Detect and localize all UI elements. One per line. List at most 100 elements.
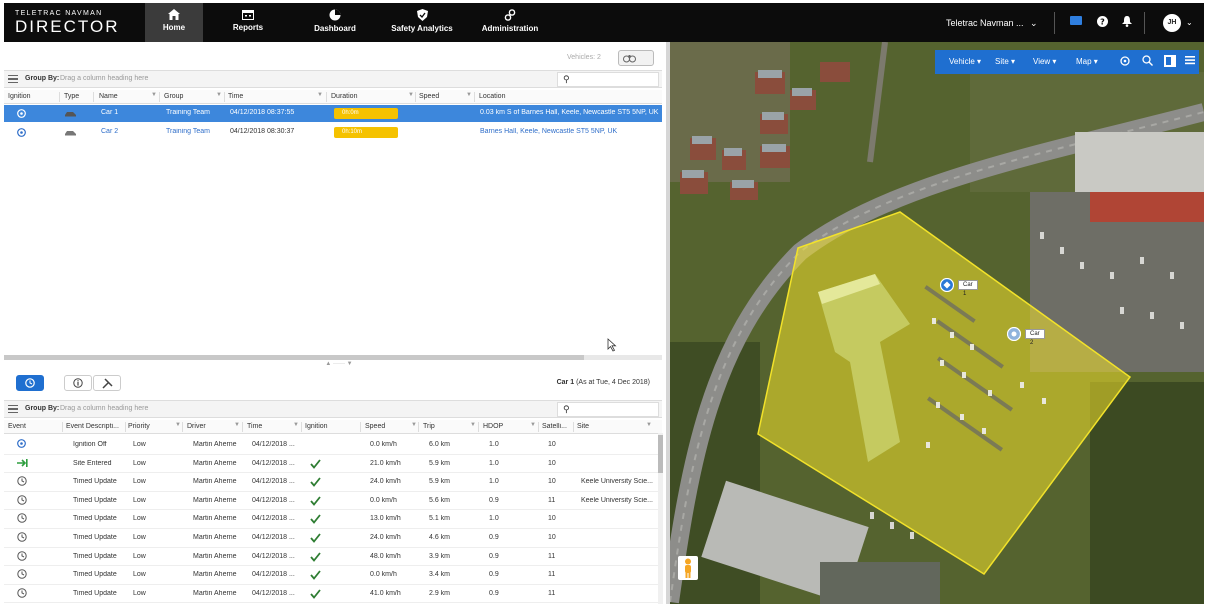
event-driver: Martin Aherne <box>193 496 237 504</box>
event-time: 04/12/2018 ... <box>252 459 295 467</box>
col-priority[interactable]: Priority <box>128 423 150 430</box>
scrollbar-thumb[interactable] <box>658 435 663 473</box>
event-hdop: 1.0 <box>489 441 499 448</box>
col-speed[interactable]: Speed <box>419 93 439 100</box>
event-row[interactable]: Timed Update Low Martin Aherne 04/12/2018 .… <box>4 585 658 604</box>
col-speed[interactable]: Speed <box>365 423 385 430</box>
filter-icon[interactable]: ▼ <box>530 422 536 428</box>
filter-icon[interactable]: ▼ <box>317 92 323 98</box>
event-row[interactable]: Site Entered Low Martin Aherne 04/12/2018 .… <box>4 455 658 474</box>
col-separator <box>242 422 243 432</box>
col-duration[interactable]: Duration <box>331 93 357 100</box>
map-menu[interactable]: Map ▾ <box>1076 57 1098 66</box>
event-row[interactable]: Timed Update Low Martin Aherne 04/12/2018 .… <box>4 566 658 585</box>
event-speed: 41.0 km/h <box>370 589 401 597</box>
user-avatar[interactable]: JH <box>1163 14 1181 32</box>
event-hdop: 0.9 <box>489 552 499 560</box>
col-site[interactable]: Site <box>577 423 589 430</box>
nav-home[interactable]: Home <box>145 3 203 42</box>
event-row[interactable]: Timed Update Low Martin Aherne 04/12/2018 .… <box>4 492 658 511</box>
vehicles-search-input[interactable]: ⚲ <box>557 72 659 87</box>
site-menu[interactable]: Site ▾ <box>995 57 1015 66</box>
vehicle-marker-car-2[interactable]: Car 2 <box>1006 326 1045 346</box>
filter-icon[interactable]: ▼ <box>466 92 472 98</box>
col-event-description[interactable]: Event Descripti... <box>66 423 124 430</box>
map-view[interactable]: Vehicle ▾ Site ▾ View ▾ Map ▾ Car 1 Car … <box>670 42 1204 604</box>
event-satellites: 10 <box>548 459 556 467</box>
vehicles-count: Vehicles: 2 <box>567 54 601 61</box>
event-row[interactable]: Timed Update Low Martin Aherne 04/12/2018 .… <box>4 529 658 548</box>
col-driver[interactable]: Driver <box>187 423 206 430</box>
vehicle-row-car-2[interactable]: Car 2 Training Team 04/12/2018 08:30:37 … <box>4 124 662 141</box>
col-event[interactable]: Event <box>8 423 26 430</box>
account-name[interactable]: Teletrac Navman ... <box>946 18 1024 28</box>
event-speed: 24.0 km/h <box>370 534 401 541</box>
vehicle-group: Training Team <box>166 109 210 116</box>
col-name[interactable]: Name <box>99 93 118 100</box>
filter-icon[interactable]: ▼ <box>175 422 181 428</box>
brand-logo[interactable]: TELETRAC NAVMAN DIRECTOR <box>15 10 119 35</box>
route-icon[interactable] <box>1119 55 1131 67</box>
filter-icon[interactable]: ▼ <box>216 92 222 98</box>
location-pin-icon <box>939 277 955 293</box>
event-row[interactable]: Timed Update Low Martin Aherne 04/12/2018 .… <box>4 548 658 567</box>
scrollbar-thumb[interactable] <box>4 355 584 360</box>
nav-administration[interactable]: Administration <box>478 3 542 42</box>
vehicle-row-car-1[interactable]: Car 1 Training Team 04/12/2018 08:37:55 … <box>4 105 662 122</box>
col-group[interactable]: Group <box>164 93 183 100</box>
menu-icon[interactable] <box>1185 55 1195 65</box>
nav-reports[interactable]: Reports <box>222 3 274 42</box>
layers-icon[interactable] <box>1164 55 1176 67</box>
group-by-label: Group By: <box>25 75 60 82</box>
tab-tools[interactable] <box>93 375 121 391</box>
events-vertical-scrollbar[interactable] <box>658 433 663 604</box>
vehicles-horizontal-scrollbar[interactable] <box>4 355 662 360</box>
search-icon[interactable] <box>1142 55 1153 66</box>
detail-as-at: (As at Tue, 4 Dec 2018) <box>576 379 650 386</box>
filter-icon[interactable]: ▼ <box>411 422 417 428</box>
col-time[interactable]: Time <box>247 423 262 430</box>
event-row[interactable]: Timed Update Low Martin Aherne 04/12/2018 .… <box>4 473 658 492</box>
nav-safety-analytics[interactable]: Safety Analytics <box>390 3 454 42</box>
events-search-input[interactable]: ⚲ <box>557 402 659 417</box>
account-dropdown-caret[interactable]: ⌄ <box>1030 18 1038 29</box>
event-driver: Martin Aherne <box>193 589 237 597</box>
event-row[interactable]: Ignition Off Low Martin Aherne 04/12/2018 .… <box>4 436 658 455</box>
filter-icon[interactable]: ▼ <box>234 422 240 428</box>
col-hdop[interactable]: HDOP <box>483 423 503 430</box>
notifications-bell-icon[interactable] <box>1122 16 1132 29</box>
help-icon[interactable]: ? <box>1097 16 1108 29</box>
filter-icon[interactable]: ▼ <box>408 92 414 98</box>
col-separator <box>474 92 475 102</box>
col-location[interactable]: Location <box>479 93 505 100</box>
view-menu[interactable]: View ▾ <box>1033 57 1056 66</box>
filter-icon[interactable]: ▼ <box>293 422 299 428</box>
filter-icon[interactable]: ▼ <box>151 92 157 98</box>
filter-icon[interactable]: ▼ <box>646 422 652 428</box>
user-menu-caret[interactable]: ⌄ <box>1186 18 1193 27</box>
vehicle-menu[interactable]: Vehicle ▾ <box>949 57 981 66</box>
group-by-hint[interactable]: Drag a column heading here <box>60 75 148 82</box>
col-type[interactable]: Type <box>64 93 79 100</box>
nav-dashboard[interactable]: Dashboard <box>304 3 366 42</box>
column-menu-icon[interactable] <box>8 75 18 83</box>
vehicle-marker-car-1[interactable]: Car 1 <box>939 277 978 297</box>
tab-events[interactable] <box>16 375 44 391</box>
panel-splitter[interactable]: ▲ ······ ▼ <box>304 361 374 369</box>
vehicles-view-toggle[interactable] <box>618 50 654 66</box>
messages-icon[interactable] <box>1070 16 1082 28</box>
tab-info[interactable] <box>64 375 92 391</box>
event-trip: 5.9 km <box>429 459 451 467</box>
col-time[interactable]: Time <box>228 93 243 100</box>
col-separator <box>573 422 574 432</box>
event-trip: 5.9 km <box>429 478 451 486</box>
col-ignition[interactable]: Ignition <box>305 423 328 430</box>
column-menu-icon[interactable] <box>8 405 18 413</box>
street-view-pegman-icon[interactable] <box>678 556 698 580</box>
event-row[interactable]: Timed Update Low Martin Aherne 04/12/2018 .… <box>4 510 658 529</box>
col-ignition[interactable]: Ignition <box>8 93 31 100</box>
group-by-hint[interactable]: Drag a column heading here <box>60 405 148 412</box>
col-trip[interactable]: Trip <box>423 423 435 430</box>
filter-icon[interactable]: ▼ <box>470 422 476 428</box>
col-satellites[interactable]: Satelli... <box>542 423 572 430</box>
